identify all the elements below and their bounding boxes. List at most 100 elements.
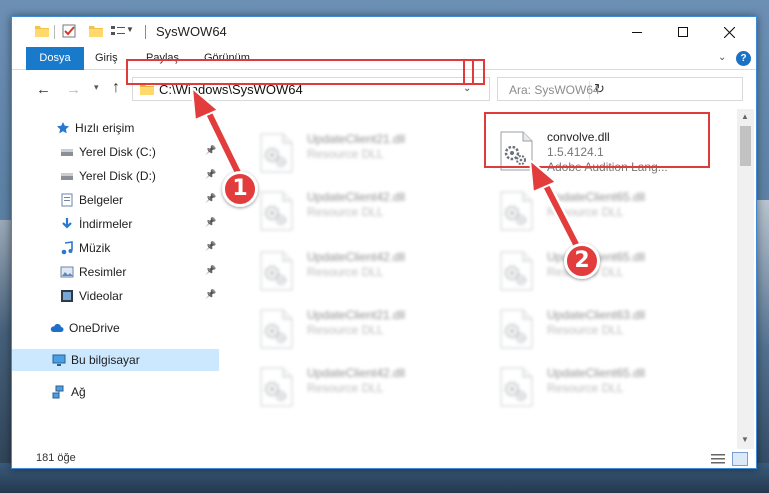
sidebar-item-i-ndirmeler[interactable]: İndirmeler 📌 [12, 213, 219, 235]
sidebar-item-label: OneDrive [69, 321, 120, 335]
title-separator [145, 25, 146, 39]
pin-icon[interactable]: 📌 [205, 265, 216, 276]
file-name: UpdateClient63.dll [547, 308, 646, 322]
help-icon[interactable]: ? [736, 51, 751, 66]
dll-file-icon [259, 133, 293, 173]
file-highlight-box [484, 112, 710, 168]
sidebar-item-resimler[interactable]: Resimler 📌 [12, 261, 219, 283]
file-item[interactable]: UpdateClient42.dll Resource DLL [251, 187, 471, 235]
sidebar-item-label: Yerel Disk (D:) [79, 169, 156, 183]
tab-home[interactable]: Giriş [85, 47, 128, 70]
file-item[interactable]: UpdateClient65.dllResource DLL [491, 363, 711, 411]
view-options-icon[interactable] [110, 24, 126, 38]
sidebar-item-label: Resimler [79, 265, 127, 279]
file-item[interactable]: UpdateClient65.dllResource DLL [491, 187, 711, 235]
file-item[interactable]: UpdateClient21.dll Resource DLL [251, 129, 471, 177]
sidebar-item-müzik[interactable]: Müzik 📌 [12, 237, 219, 259]
pin-icon[interactable]: 📌 [205, 169, 216, 180]
file-name: UpdateClient21.dll [307, 308, 406, 322]
file-item[interactable]: UpdateClient42.dll Resource DLL [251, 363, 471, 411]
dll-file-icon [259, 251, 293, 291]
cloud-icon [50, 321, 64, 335]
navigation-pane: Hızlı erişim Yerel Disk (C:) 📌 Yerel Disk (… [12, 109, 219, 449]
sidebar-item-belgeler[interactable]: Belgeler 📌 [12, 189, 219, 211]
new-folder-icon[interactable] [88, 24, 104, 38]
pin-icon[interactable]: 📌 [205, 217, 216, 228]
dll-file-icon [499, 367, 533, 407]
maximize-icon [678, 27, 688, 37]
up-arrow-icon[interactable]: ↑ [112, 79, 120, 97]
maximize-button[interactable] [660, 17, 706, 47]
dll-file-icon [499, 191, 533, 231]
dll-file-icon [259, 367, 293, 407]
details-view-icon[interactable] [711, 453, 725, 465]
file-item[interactable]: UpdateClient63.dll Resource DLL [491, 305, 711, 353]
tiles-view-icon[interactable] [732, 452, 748, 466]
sidebar-item-label: Belgeler [79, 193, 124, 207]
scroll-thumb[interactable] [740, 126, 751, 166]
file-name: UpdateClient42.dll [307, 250, 406, 264]
pin-icon[interactable]: 📌 [205, 145, 216, 156]
back-arrow-icon[interactable]: ← [36, 81, 51, 98]
folder-icon [35, 26, 49, 37]
scroll-up-icon[interactable]: ▲ [741, 112, 749, 121]
documents-icon [60, 193, 74, 207]
sidebar-item-hızlı-erişim[interactable]: Hızlı erişim [12, 117, 219, 139]
minimize-button[interactable] [614, 17, 660, 47]
file-description: Resource DLL [547, 381, 624, 395]
tab-file[interactable]: Dosya [26, 47, 84, 70]
sidebar-item-onedrive[interactable]: OneDrive [12, 317, 219, 339]
sidebar-item-label: Müzik [79, 241, 111, 255]
scroll-down-icon[interactable]: ▼ [741, 435, 749, 444]
pictures-icon [60, 265, 74, 279]
window-title: SysWOW64 [156, 24, 227, 39]
file-name: UpdateClient65.dll [547, 366, 646, 380]
forward-arrow-icon[interactable]: → [66, 81, 81, 98]
qat-dropdown-icon[interactable]: ▼ [126, 25, 134, 34]
step-badge-1: 1 [222, 171, 258, 207]
file-item[interactable]: UpdateClient21.dll Resource DLL [251, 305, 471, 353]
sidebar-item-bu-bilgisayar[interactable]: Bu bilgisayar [12, 349, 219, 371]
minimize-icon [632, 31, 642, 33]
expand-ribbon-icon[interactable]: ⌄ [718, 52, 726, 63]
pin-icon[interactable]: 📌 [205, 289, 216, 300]
star-icon [56, 121, 70, 135]
file-name: UpdateClient65.dll [547, 190, 646, 204]
status-bar: 181 öğe [12, 449, 756, 468]
address-highlight-box [126, 59, 474, 85]
search-placeholder: Ara: SysWOW64 [509, 83, 600, 97]
vertical-scrollbar[interactable]: ▲ ▼ [737, 109, 754, 449]
properties-check-icon[interactable] [62, 24, 78, 38]
sidebar-item-videolar[interactable]: Videolar 📌 [12, 285, 219, 307]
download-icon [60, 217, 74, 231]
sidebar-item-label: Ağ [71, 385, 86, 399]
drive-icon [60, 169, 74, 183]
sidebar-item-yerel-disk-c-[interactable]: Yerel Disk (C:) 📌 [12, 141, 219, 163]
pin-icon[interactable]: 📌 [205, 241, 216, 252]
file-description: Resource DLL [307, 265, 384, 279]
music-icon [60, 241, 74, 255]
file-description: Resource DLL [307, 205, 384, 219]
file-description: Resource DLL [307, 381, 384, 395]
item-count: 181 öğe [36, 452, 76, 464]
dll-file-icon [499, 251, 533, 291]
dll-file-icon [499, 309, 533, 349]
sidebar-item-yerel-disk-d-[interactable]: Yerel Disk (D:) 📌 [12, 165, 219, 187]
sidebar-item-label: Bu bilgisayar [71, 353, 140, 367]
sidebar-item-label: İndirmeler [79, 217, 133, 231]
close-button[interactable] [706, 17, 752, 47]
sidebar-item-ağ[interactable]: Ağ [12, 381, 219, 403]
file-description: Resource DLL [547, 323, 624, 337]
file-item[interactable]: UpdateClient42.dll Resource DLL [251, 247, 471, 295]
step-badge-2: 2 [564, 243, 600, 279]
search-input[interactable]: Ara: SysWOW64 [497, 77, 743, 101]
recent-locations-icon[interactable]: ▾ [94, 82, 99, 93]
sidebar-item-label: Yerel Disk (C:) [79, 145, 156, 159]
pin-icon[interactable]: 📌 [205, 193, 216, 204]
computer-icon [52, 353, 66, 367]
sidebar-item-label: Hızlı erişim [75, 121, 135, 135]
close-icon [723, 26, 735, 38]
file-description: Resource DLL [307, 147, 384, 161]
file-item[interactable]: UpdateClient65.dllResource DLL [491, 247, 711, 295]
video-icon [60, 289, 74, 303]
